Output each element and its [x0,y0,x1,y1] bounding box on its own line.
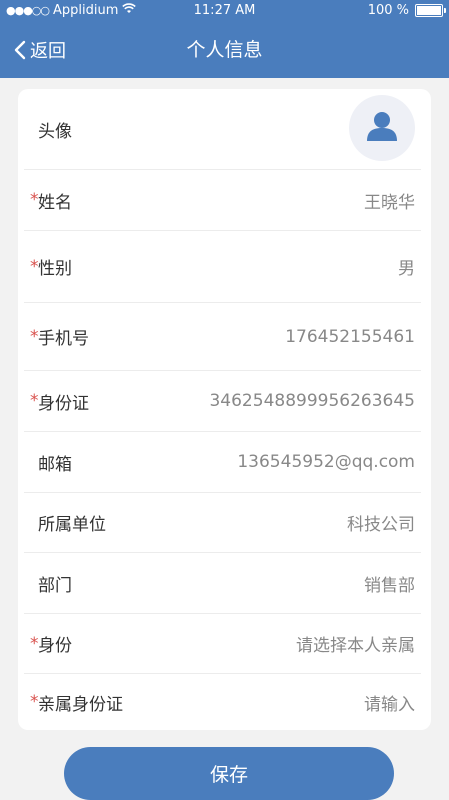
row-value: 男 [398,259,415,279]
avatar-label: 头像 [38,121,72,142]
row-label: 姓名 [38,192,72,213]
status-bar: ●●●○○ Applidium 11:27 AM 100 % [0,0,449,22]
nav-bar: 返回 个人信息 [0,22,449,78]
battery-percent: 100 % [367,3,409,18]
row-value: 176452155461 [285,326,415,347]
battery-icon [415,4,446,17]
row-organization[interactable]: 所属单位 科技公司 [24,493,421,553]
row-name[interactable]: * 姓名 王晓华 [24,170,421,231]
user-icon [365,109,399,148]
row-label: 身份证 [38,393,89,414]
row-value: 136545952@qq.com [237,452,415,472]
page-title: 个人信息 [186,39,263,61]
row-label: 亲属身份证 [38,694,123,715]
row-identity[interactable]: * 身份 请选择本人亲属 [24,614,421,674]
row-label: 部门 [38,575,72,596]
save-button[interactable]: 保存 [64,747,394,800]
row-label: 性别 [38,259,72,279]
profile-form-card: 头像 * 姓名 王晓华 * 性别 男 * 手机号 176452155461 * … [18,89,431,730]
avatar[interactable] [349,95,415,161]
relative-id-input[interactable]: 请输入 [364,690,415,715]
row-label: 手机号 [38,329,89,349]
row-value: 3462548899956263645 [209,391,415,411]
row-relative-id[interactable]: * 亲属身份证 请输入 [24,674,421,730]
row-id-card[interactable]: * 身份证 3462548899956263645 [24,371,421,432]
row-value: 王晓华 [364,192,415,213]
row-phone[interactable]: * 手机号 176452155461 [24,303,421,371]
row-gender[interactable]: * 性别 男 [24,231,421,303]
row-email[interactable]: 邮箱 136545952@qq.com [24,432,421,493]
row-department[interactable]: 部门 销售部 [24,553,421,614]
row-value: 销售部 [364,575,415,596]
row-label: 身份 [38,636,72,656]
identity-select[interactable]: 请选择本人亲属 [296,631,415,656]
row-label: 所属单位 [38,515,106,535]
row-label: 邮箱 [38,454,72,475]
row-value: 科技公司 [347,515,415,535]
avatar-row[interactable]: 头像 [24,89,421,170]
